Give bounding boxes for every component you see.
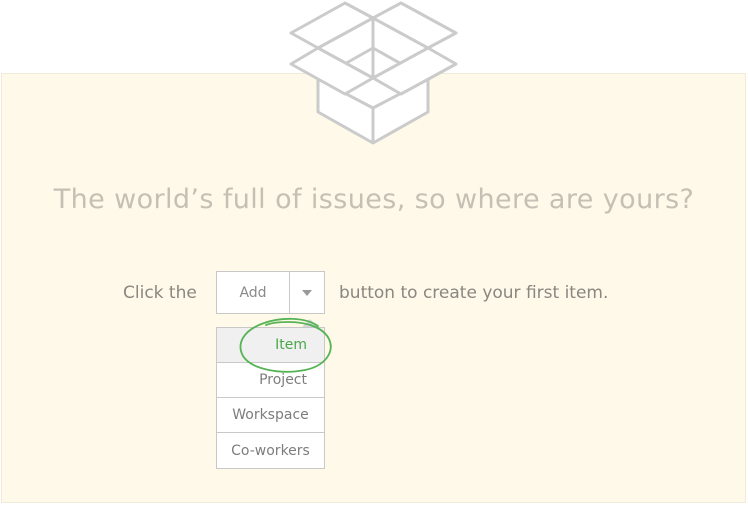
add-button-label: Add [239,284,267,301]
menu-item-co-workers[interactable]: Co-workers [217,433,324,468]
add-button[interactable]: Add [217,272,290,313]
open-box-icon [289,1,458,145]
menu-item-label: Workspace [232,407,309,423]
menu-item-project[interactable]: Project [217,363,324,398]
menu-item-label: Co-workers [231,442,310,459]
caret-down-icon [302,289,312,296]
menu-item-workspace[interactable]: Workspace [217,398,324,433]
page-title: The world’s full of issues, so where are… [53,184,695,215]
menu-item-label: Project [259,372,307,388]
add-dropdown-toggle[interactable] [290,272,324,313]
menu-item-item[interactable]: Item [217,328,324,363]
menu-pointer [302,319,318,327]
add-split-button: Add [216,271,325,314]
menu-item-label: Item [275,337,307,353]
empty-state-screen: The world’s full of issues, so where are… [0,0,748,505]
prompt-text-before: Click the [123,283,197,303]
prompt-text-after: button to create your first item. [339,283,609,303]
add-dropdown-menu: Item Project Workspace Co-workers [216,327,325,469]
